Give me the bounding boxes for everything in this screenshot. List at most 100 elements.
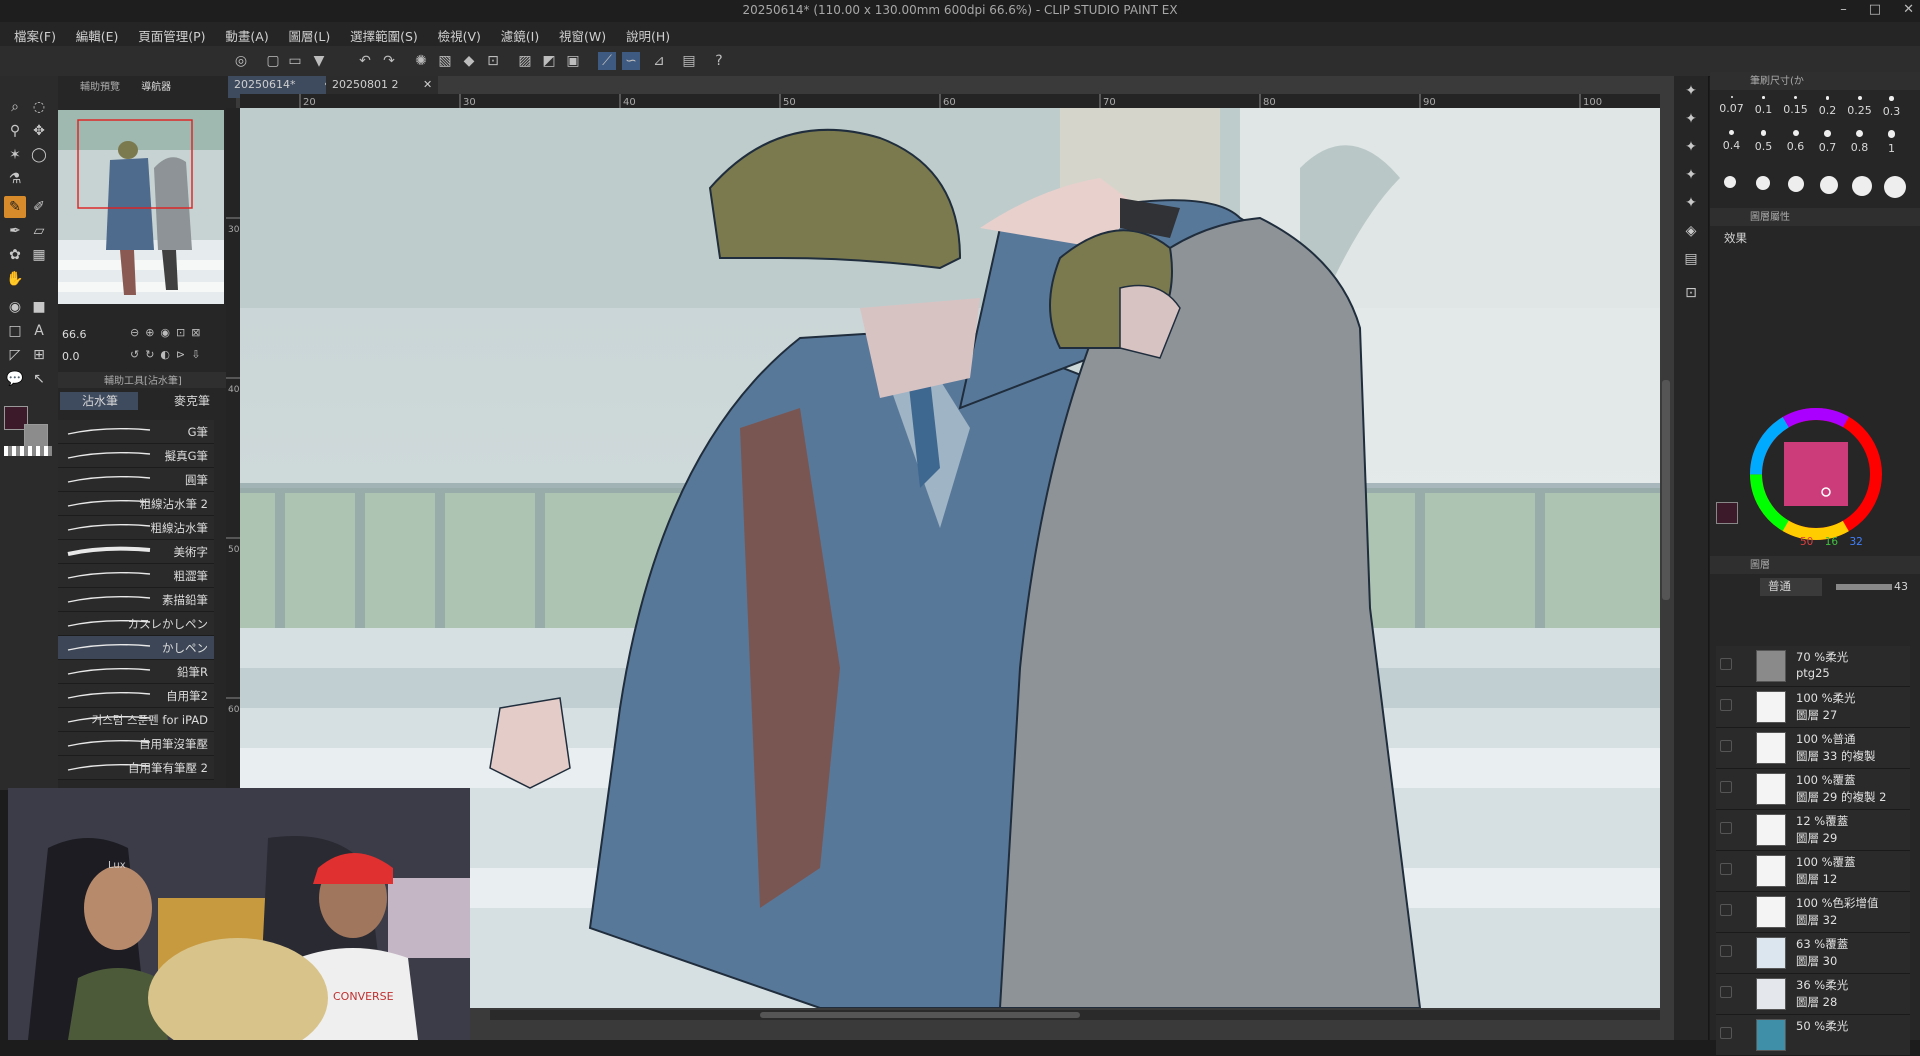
- snap2-icon[interactable]: ◩: [540, 52, 558, 70]
- menu-animation[interactable]: 動畫(A): [217, 22, 276, 49]
- brush-item[interactable]: 素描鉛筆: [58, 588, 214, 612]
- menu-filter[interactable]: 濾鏡(I): [493, 22, 547, 49]
- brush-size-large-dot[interactable]: [1724, 176, 1736, 188]
- opacity-value[interactable]: 43: [1894, 580, 1908, 593]
- material-icon[interactable]: ✦: [1680, 80, 1702, 102]
- brush-item[interactable]: かしペン: [58, 636, 214, 660]
- color-wheel[interactable]: [1746, 404, 1886, 544]
- tab-dip-pen[interactable]: 沾水筆: [60, 392, 138, 410]
- new-file-icon[interactable]: ▢: [264, 52, 282, 70]
- tab-marker[interactable]: 麥克筆: [146, 392, 224, 410]
- fill-bucket-icon[interactable]: ◉: [4, 296, 26, 318]
- ruler-tool-icon[interactable]: ⊞: [28, 344, 50, 366]
- material-icon-5[interactable]: ✦: [1680, 192, 1702, 214]
- brush-item[interactable]: 自用筆有筆壓 2: [58, 756, 214, 780]
- brush-item[interactable]: 美術字: [58, 540, 214, 564]
- clear-icon[interactable]: ▧: [436, 52, 454, 70]
- zoom-controls[interactable]: ⊖⊕◉⊡⊠: [130, 326, 206, 339]
- visibility-toggle[interactable]: [1720, 904, 1732, 916]
- visibility-toggle[interactable]: [1720, 986, 1732, 998]
- move-icon[interactable]: ✥: [28, 120, 50, 142]
- menu-window[interactable]: 視窗(W): [551, 22, 614, 49]
- minimize-button[interactable]: –: [1840, 2, 1847, 17]
- maximize-button[interactable]: □: [1869, 2, 1881, 17]
- layer-row[interactable]: 50 %柔光: [1716, 1015, 1910, 1056]
- brush-item[interactable]: 圓筆: [58, 468, 214, 492]
- app-icon[interactable]: ◎: [232, 52, 250, 70]
- material-icon-3[interactable]: ✦: [1680, 136, 1702, 158]
- sub-color-swatch[interactable]: [24, 424, 48, 448]
- operation-icon[interactable]: ↖: [28, 368, 50, 390]
- visibility-toggle[interactable]: [1720, 822, 1732, 834]
- brush-icon[interactable]: ✒: [4, 220, 26, 242]
- transparent-color-swatch[interactable]: [4, 446, 52, 456]
- brush-size-item[interactable]: 0.7: [1812, 130, 1843, 154]
- layer-row[interactable]: 100 %覆蓋 圖層 12: [1716, 851, 1910, 892]
- vector-icon[interactable]: ∽: [622, 52, 640, 70]
- open-folder-icon[interactable]: ▭: [286, 52, 304, 70]
- loading-icon[interactable]: ✺: [412, 52, 430, 70]
- visibility-toggle[interactable]: [1720, 863, 1732, 875]
- menu-help[interactable]: 說明(H): [618, 22, 678, 49]
- visibility-toggle[interactable]: [1720, 781, 1732, 793]
- eyedropper-icon[interactable]: ⚗: [4, 168, 26, 190]
- layer-row[interactable]: 100 %柔光 圖層 27: [1716, 687, 1910, 728]
- close-button[interactable]: ✕: [1903, 2, 1914, 17]
- save-icon[interactable]: ▼: [310, 52, 328, 70]
- brush-size-item[interactable]: 0.2: [1812, 96, 1843, 117]
- brush-size-item[interactable]: 0.1: [1748, 96, 1779, 116]
- sub-view-tab[interactable]: 輔助預覽: [80, 82, 120, 93]
- brush-item[interactable]: 커스텀 스푼펜 for iPAD: [58, 708, 214, 732]
- figure-icon[interactable]: □: [4, 320, 26, 342]
- layer-row[interactable]: 70 %柔光 ptg25: [1716, 646, 1910, 687]
- menu-edit[interactable]: 編輯(E): [68, 22, 127, 49]
- menu-selection[interactable]: 選擇範圍(S): [342, 22, 426, 49]
- brush-size-item[interactable]: 0.4: [1716, 130, 1747, 152]
- visibility-toggle[interactable]: [1720, 1027, 1732, 1039]
- blend-mode-select[interactable]: 普通: [1760, 578, 1822, 596]
- navigator-tab[interactable]: 導航器: [141, 82, 171, 93]
- history-icon[interactable]: ▤: [1680, 248, 1702, 270]
- navigator-preview[interactable]: [58, 110, 224, 304]
- decoration-icon[interactable]: ▦: [28, 244, 50, 266]
- rotate-controls[interactable]: ↺↻◐⊳⇩: [130, 348, 206, 361]
- text-icon[interactable]: A: [28, 320, 50, 342]
- visibility-toggle[interactable]: [1720, 699, 1732, 711]
- layer-row[interactable]: 36 %柔光 圖層 28: [1716, 974, 1910, 1015]
- pen-icon[interactable]: ✎: [4, 196, 26, 218]
- help-icon[interactable]: ?: [710, 52, 728, 70]
- lasso-select-icon[interactable]: ◌: [28, 96, 50, 118]
- layer-row[interactable]: 100 %普通 圖層 33 的複製: [1716, 728, 1910, 769]
- brush-size-item[interactable]: 0.6: [1780, 130, 1811, 153]
- brush-size-item[interactable]: 0.5: [1748, 130, 1779, 153]
- airbrush-icon[interactable]: ✿: [4, 244, 26, 266]
- brush-item[interactable]: カスレかしペン: [58, 612, 214, 636]
- material-icon-4[interactable]: ✦: [1680, 164, 1702, 186]
- navigator-icon[interactable]: ⊡: [1680, 282, 1702, 304]
- brush-item[interactable]: 自用筆沒筆壓: [58, 732, 214, 756]
- menu-file[interactable]: 檔案(F): [6, 22, 64, 49]
- material-icon-2[interactable]: ✦: [1680, 108, 1702, 130]
- brush-size-item[interactable]: 0.15: [1780, 96, 1811, 116]
- eraser-icon[interactable]: ▱: [28, 220, 50, 242]
- brush-size-item[interactable]: 0.3: [1876, 96, 1907, 118]
- color-main-swatch[interactable]: [1716, 502, 1738, 524]
- magic-wand-icon[interactable]: ✶: [4, 144, 26, 166]
- brush-item[interactable]: 自用筆2: [58, 684, 214, 708]
- brush-item[interactable]: 鉛筆R: [58, 660, 214, 684]
- brush-item[interactable]: 擬真G筆: [58, 444, 214, 468]
- brush-size-item[interactable]: 0.25: [1844, 96, 1875, 117]
- layer-row[interactable]: 63 %覆蓋 圖層 30: [1716, 933, 1910, 974]
- rotate-value[interactable]: 0.0: [62, 350, 80, 363]
- brush-size-item[interactable]: 0.8: [1844, 130, 1875, 154]
- menu-layer[interactable]: 圖層(L): [281, 22, 339, 49]
- pencil-icon[interactable]: ✐: [28, 196, 50, 218]
- snap-icon[interactable]: ▨: [516, 52, 534, 70]
- menu-page[interactable]: 頁面管理(P): [130, 22, 213, 49]
- brush-size-large-dot[interactable]: [1756, 176, 1770, 190]
- opacity-slider[interactable]: [1836, 584, 1892, 590]
- transform-icon[interactable]: ⊡: [484, 52, 502, 70]
- brush-item[interactable]: 粗線沾水筆: [58, 516, 214, 540]
- redo-icon[interactable]: ↷: [380, 52, 398, 70]
- brush-size-item[interactable]: 0.07: [1716, 96, 1747, 115]
